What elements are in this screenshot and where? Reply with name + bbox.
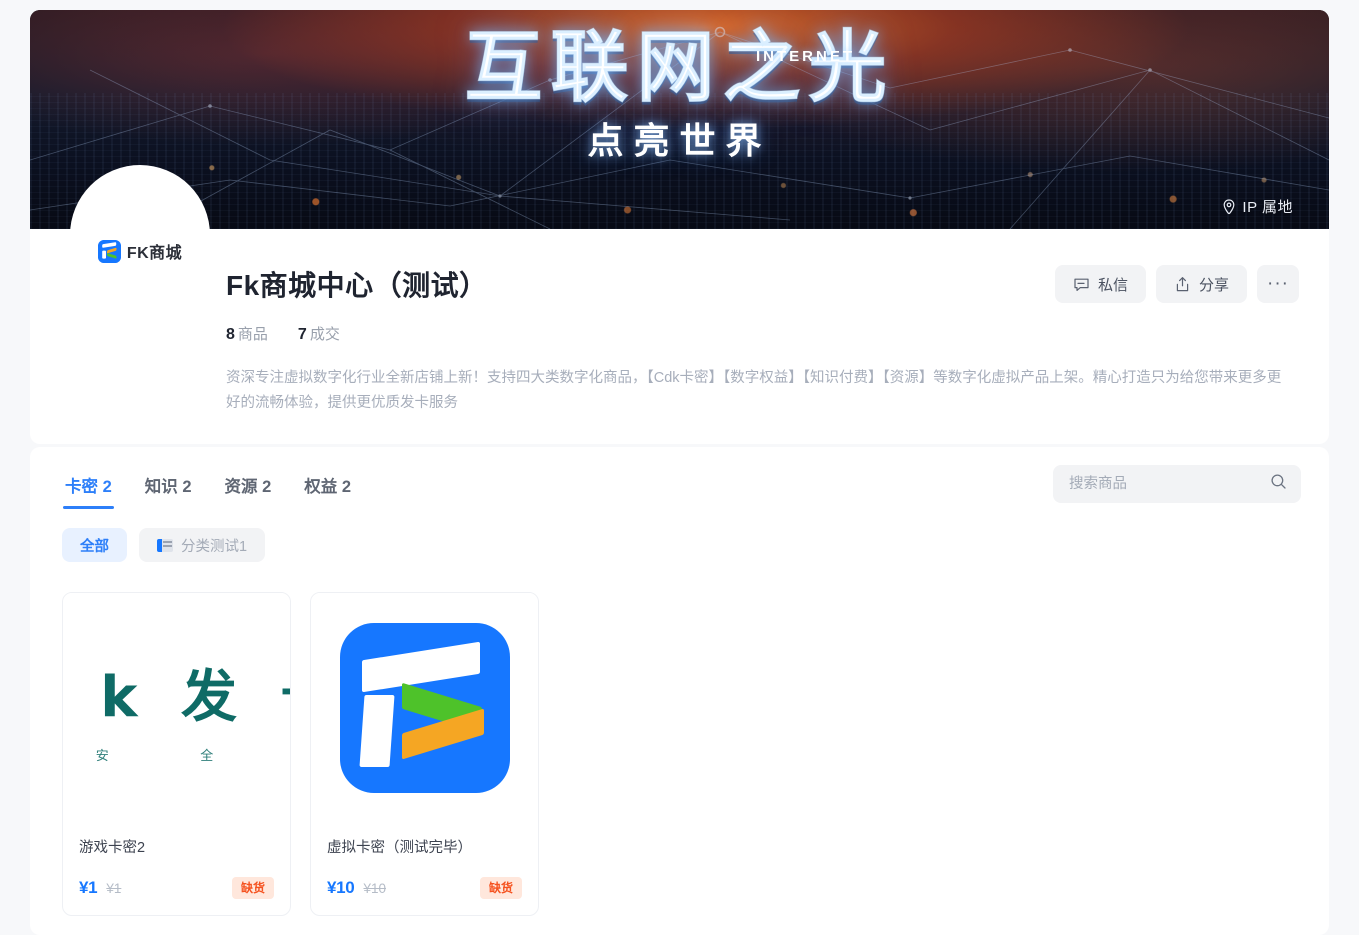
fk-wordmark-line1: F k 发 卡 (63, 652, 290, 733)
product-card[interactable]: 虚拟卡密（测试完毕） ¥10 ¥10 缺货 (310, 592, 539, 917)
product-info: 游戏卡密2 ¥1 ¥1 缺货 (63, 822, 290, 915)
product-name: 虚拟卡密（测试完毕） (327, 840, 472, 856)
stat-products-value: 8 (226, 325, 235, 343)
message-button[interactable]: 私信 (1054, 265, 1146, 303)
share-icon (1176, 276, 1189, 291)
product-card[interactable]: F k 发 卡 注 安 全 效 游戏卡密2 ¥1 ¥1 缺货 (62, 592, 291, 917)
shop-info: Fk商城中心（测试） 8 商品 7 成交 资深专注虚拟数字化行业全新店铺上新！支持四… (30, 229, 1329, 444)
banner-network-lines (30, 26, 1329, 229)
fk-wordmark-graphic: F k 发 卡 注 安 全 效 (63, 652, 290, 764)
ip-location-tag: IP 属地 (1222, 196, 1293, 217)
shop-description: 资深专注虚拟数字化行业全新店铺上新！支持四大类数字化商品，【Cdk卡密】【数字权… (226, 369, 1282, 411)
stat-sales-label: 成交 (309, 325, 340, 343)
product-original-price: ¥1 (106, 880, 122, 896)
banner-headline-english: INTERNET (756, 48, 855, 65)
tab-zhishi[interactable]: 知识 2 (142, 463, 195, 509)
product-stock-badge: 缺货 (231, 876, 274, 900)
shop-banner: 互联网之光 点亮世界 INTERNET IP 属地 (30, 10, 1329, 229)
product-thumbnail: F k 发 卡 注 安 全 效 (63, 593, 290, 822)
product-price: ¥1 (79, 878, 98, 898)
product-price-row: ¥10 ¥10 缺货 (327, 876, 522, 900)
tab-kami[interactable]: 卡密 2 (62, 463, 115, 509)
product-stock-badge: 缺货 (479, 876, 522, 900)
more-options-button[interactable]: ··· (1257, 265, 1299, 303)
product-thumbnail (311, 593, 538, 822)
tab-ziyuan[interactable]: 资源 2 (222, 463, 275, 509)
product-name: 游戏卡密2 (79, 840, 146, 856)
share-button-label: 分享 (1198, 276, 1229, 294)
shop-avatar[interactable]: FK商城 (70, 165, 210, 305)
stat-sales-value: 7 (297, 325, 307, 343)
message-icon (1074, 278, 1089, 291)
chip-all[interactable]: 全部 (62, 528, 127, 562)
category-tabs: 卡密 2 知识 2 资源 2 权益 2 (62, 463, 354, 509)
stat-products: 8 商品 (226, 323, 268, 344)
product-price-row: ¥1 ¥1 缺货 (79, 876, 274, 900)
shop-action-buttons: 私信 分享 ··· (1054, 265, 1299, 303)
chip-category-test-1[interactable]: 分类测试1 (139, 528, 266, 562)
shop-page: 互联网之光 点亮世界 INTERNET IP 属地 FK商城 Fk商城中心（测试… (0, 0, 1359, 935)
shop-avatar-label: FK商城 (126, 245, 183, 262)
product-info: 虚拟卡密（测试完毕） ¥10 ¥10 缺货 (311, 822, 538, 915)
share-button[interactable]: 分享 (1155, 265, 1247, 303)
stat-sales: 7 成交 (298, 323, 340, 344)
product-original-price: ¥10 (363, 880, 386, 896)
tab-quanyi[interactable]: 权益 2 (301, 463, 354, 509)
chip-category-test-1-label: 分类测试1 (181, 538, 248, 555)
search-input[interactable] (1053, 465, 1301, 503)
fk-app-logo-graphic (339, 622, 510, 793)
products-panel: 卡密 2 知识 2 资源 2 权益 2 全部 (30, 447, 1329, 935)
stat-products-label: 商品 (237, 325, 268, 343)
fk-wordmark-line2: 注 安 全 效 (63, 747, 290, 763)
tabs-row: 卡密 2 知识 2 资源 2 权益 2 (62, 463, 1301, 509)
search-icon[interactable] (1270, 473, 1287, 495)
fk-logo-icon (97, 239, 121, 263)
category-thumb-icon (157, 538, 173, 552)
chip-all-label: 全部 (80, 538, 109, 555)
shop-stats: 8 商品 7 成交 (226, 323, 1293, 344)
ip-location-label: IP 属地 (1242, 199, 1293, 216)
product-grid: F k 发 卡 注 安 全 效 游戏卡密2 ¥1 ¥1 缺货 (62, 592, 1301, 917)
subcategory-chips: 全部 分类测试1 (62, 528, 1301, 562)
product-price: ¥10 (327, 878, 355, 898)
search-box (1053, 465, 1301, 503)
location-pin-icon (1224, 198, 1235, 214)
shop-header-card: 互联网之光 点亮世界 INTERNET IP 属地 FK商城 Fk商城中心（测试… (30, 10, 1329, 444)
message-button-label: 私信 (1097, 276, 1128, 294)
